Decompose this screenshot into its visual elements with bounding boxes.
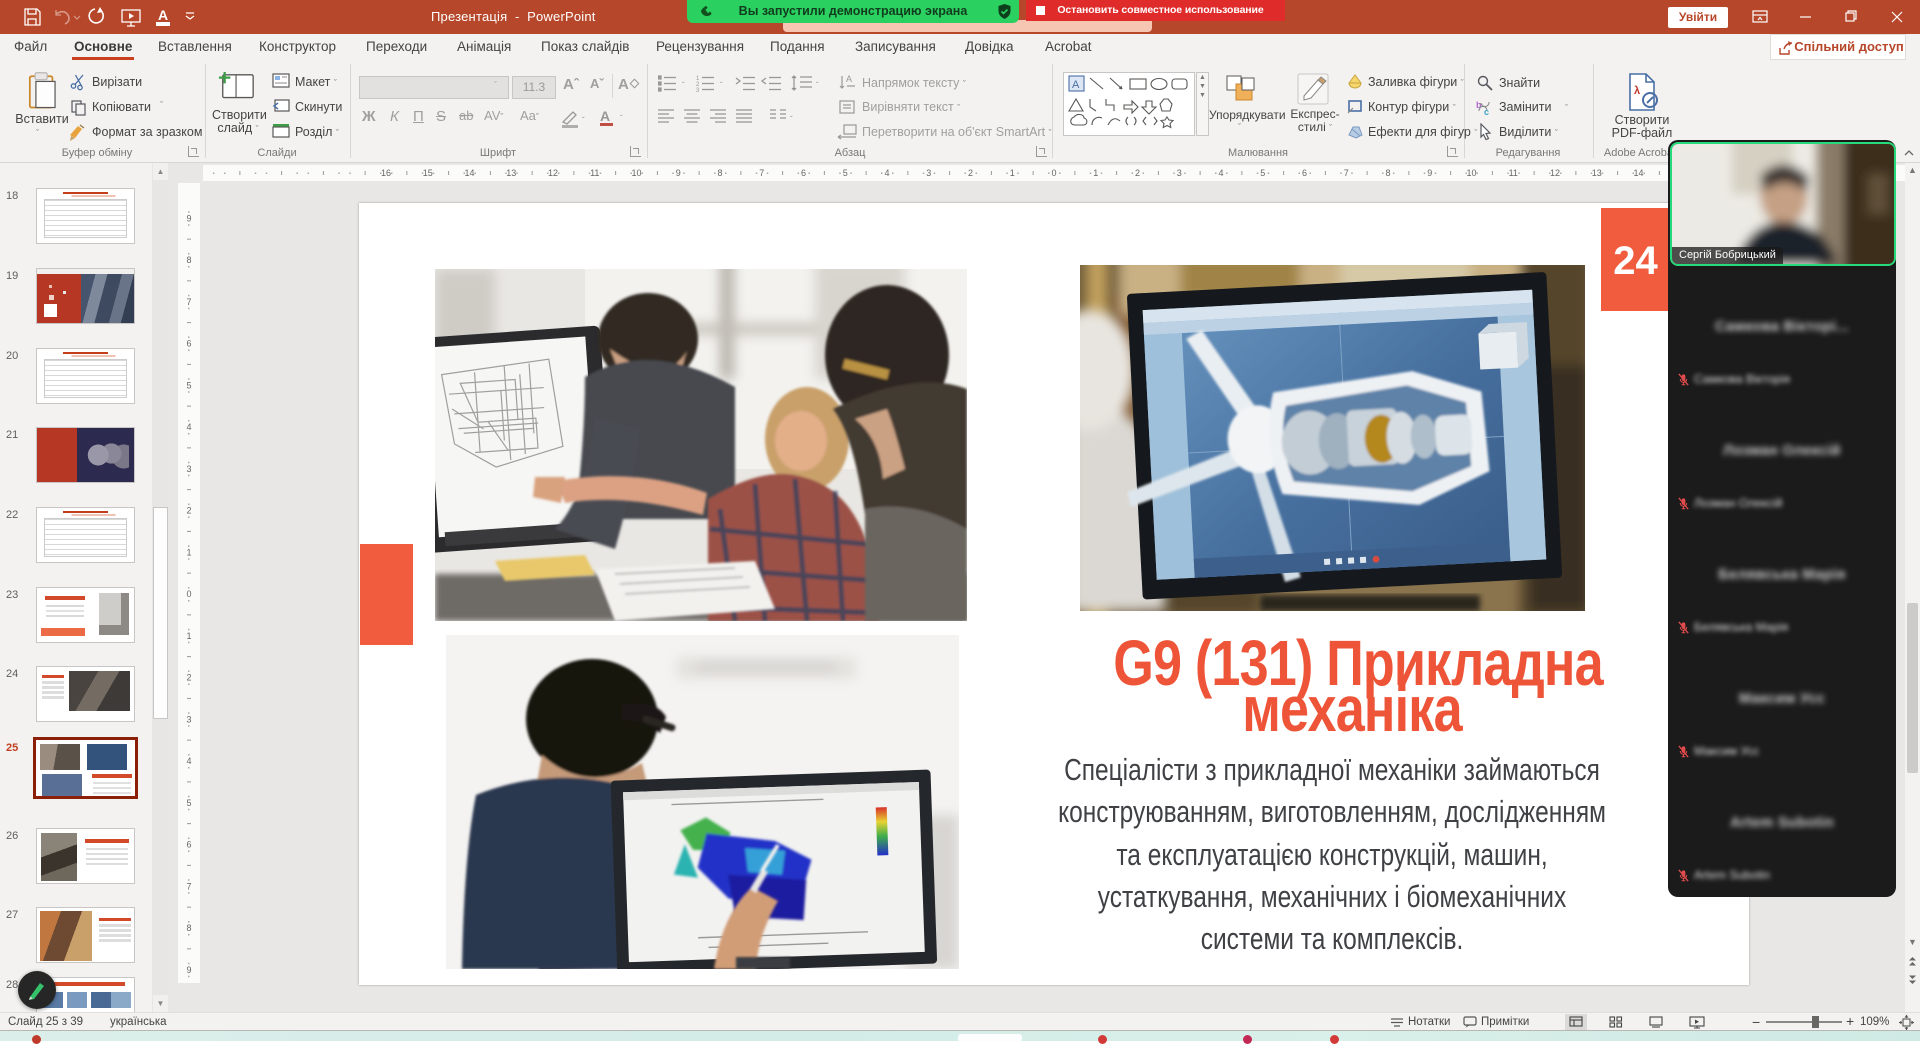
svg-text:3: 3 <box>696 88 700 94</box>
svg-text:ˇ: ˇ <box>620 114 623 123</box>
svg-text:7: 7 <box>1344 168 1349 178</box>
svg-text:11: 11 <box>1509 168 1518 178</box>
svg-text:13: 13 <box>1592 168 1602 178</box>
svg-text:6: 6 <box>186 840 191 850</box>
svg-text:4: 4 <box>884 168 889 178</box>
svg-text:А: А <box>600 108 610 124</box>
svg-text:16: 16 <box>381 168 391 178</box>
svg-text:9: 9 <box>676 168 681 178</box>
svg-text:2: 2 <box>1135 168 1140 178</box>
svg-text:9: 9 <box>186 965 191 975</box>
svg-text:4: 4 <box>1218 168 1223 178</box>
svg-text:ˇ: ˇ <box>582 116 585 125</box>
svg-text:0: 0 <box>1051 168 1056 178</box>
svg-text:3: 3 <box>186 464 191 474</box>
svg-text:4: 4 <box>186 422 191 432</box>
svg-text:ˇ: ˇ <box>682 81 685 90</box>
svg-text:14: 14 <box>1633 168 1643 178</box>
svg-text:6: 6 <box>801 168 806 178</box>
svg-text:0: 0 <box>186 589 191 599</box>
svg-text:5: 5 <box>186 380 191 390</box>
svg-text:8: 8 <box>1385 168 1390 178</box>
svg-text:7: 7 <box>186 297 191 307</box>
svg-text:10: 10 <box>1466 168 1476 178</box>
svg-text:6: 6 <box>186 339 191 349</box>
svg-text:1: 1 <box>1093 168 1098 178</box>
svg-text:2: 2 <box>186 506 191 516</box>
svg-text:3: 3 <box>1177 168 1182 178</box>
svg-text:8: 8 <box>186 923 191 933</box>
svg-text:13: 13 <box>506 168 516 178</box>
svg-text:2: 2 <box>186 673 191 683</box>
svg-text:ˇ: ˇ <box>720 81 723 90</box>
svg-text:ˇ: ˇ <box>790 115 793 124</box>
svg-text:A: A <box>1072 79 1080 91</box>
svg-text:14: 14 <box>464 168 474 178</box>
svg-text:10: 10 <box>631 168 641 178</box>
svg-text:5: 5 <box>1260 168 1265 178</box>
svg-text:1: 1 <box>1010 168 1015 178</box>
svg-text:5: 5 <box>843 168 848 178</box>
svg-text:8: 8 <box>717 168 722 178</box>
svg-text:11: 11 <box>590 168 599 178</box>
svg-text:12: 12 <box>1550 168 1560 178</box>
svg-text:3: 3 <box>186 714 191 724</box>
svg-text:1: 1 <box>186 547 191 557</box>
svg-text:7: 7 <box>759 168 764 178</box>
svg-text:5: 5 <box>186 798 191 808</box>
svg-text:ˇ: ˇ <box>816 81 819 90</box>
svg-text:9: 9 <box>186 213 191 223</box>
svg-text:λ: λ <box>1634 85 1640 97</box>
svg-text:6: 6 <box>1302 168 1307 178</box>
svg-text:А: А <box>158 7 168 23</box>
svg-text:1: 1 <box>186 631 191 641</box>
svg-text:8: 8 <box>186 255 191 265</box>
svg-text:A: A <box>846 74 852 84</box>
svg-text:7: 7 <box>186 881 191 891</box>
svg-text:4: 4 <box>186 756 191 766</box>
svg-text:3: 3 <box>926 168 931 178</box>
svg-text:15: 15 <box>423 168 433 178</box>
svg-text:2: 2 <box>968 168 973 178</box>
svg-text:12: 12 <box>548 168 558 178</box>
svg-text:9: 9 <box>1427 168 1432 178</box>
